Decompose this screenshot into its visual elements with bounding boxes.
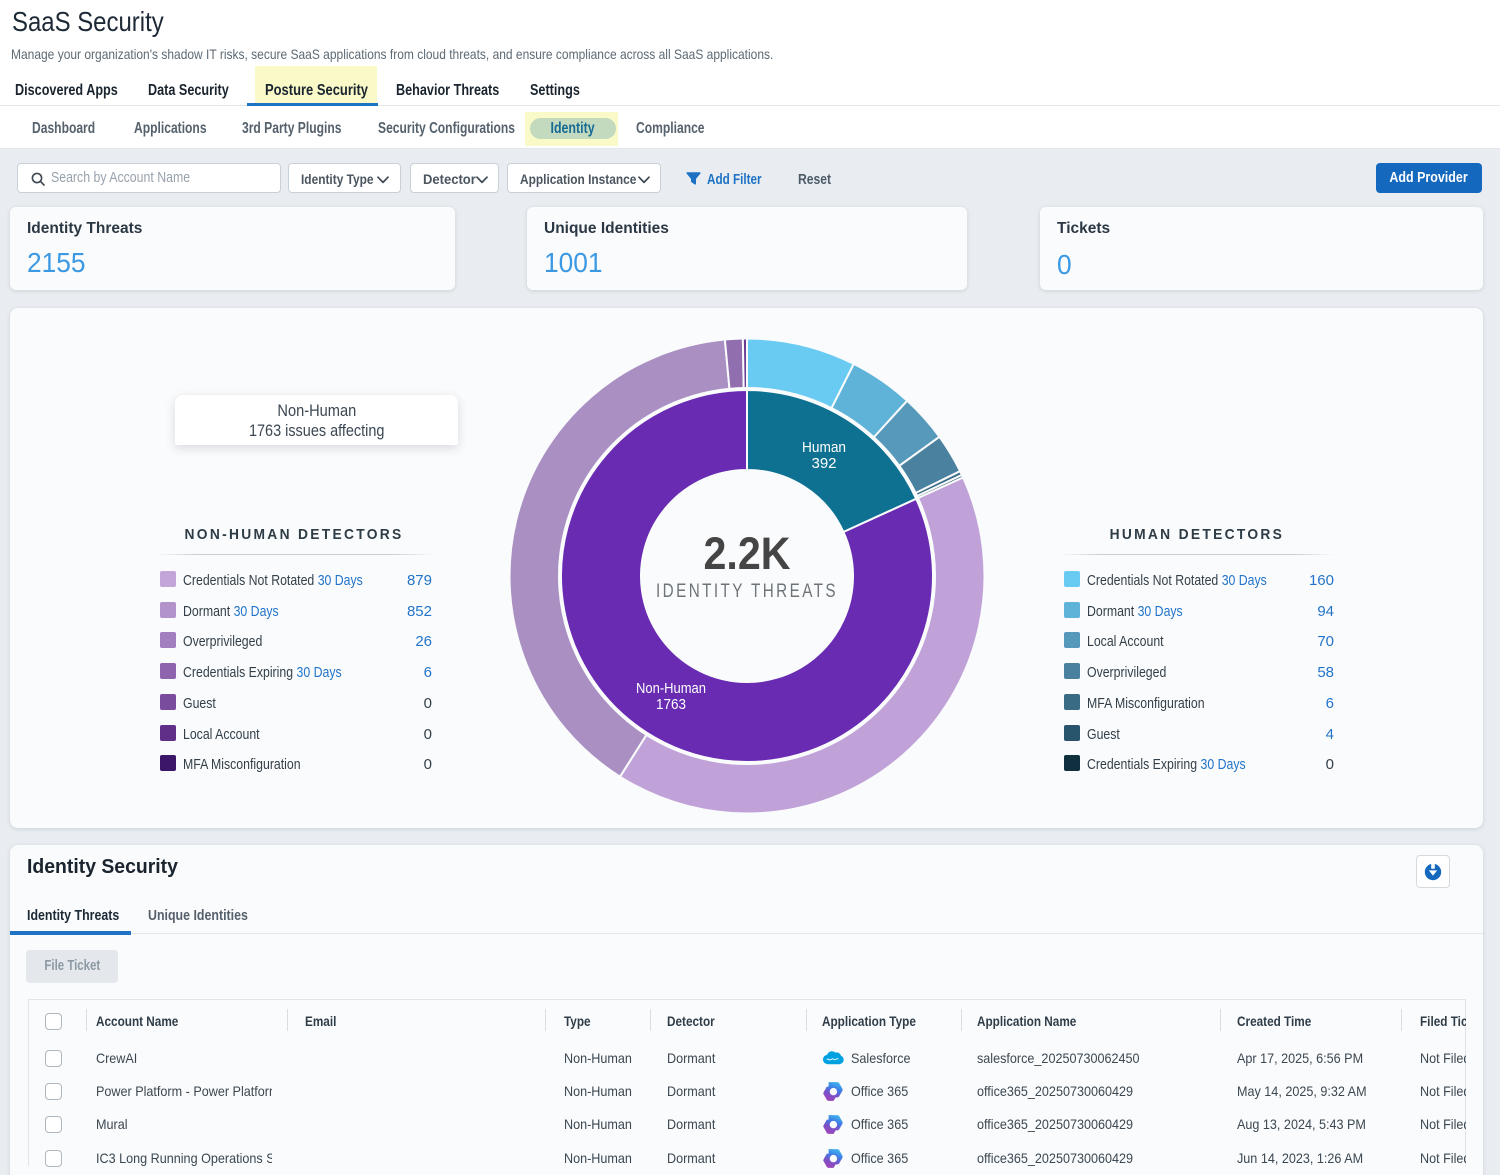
svg-text:Non-Human: Non-Human: [636, 680, 706, 697]
svg-text:392: 392: [811, 455, 836, 472]
svg-text:Human: Human: [802, 439, 846, 456]
svg-text:1763: 1763: [656, 696, 686, 713]
svg-text:IDENTITY THREATS: IDENTITY THREATS: [656, 581, 838, 602]
svg-text:2.2K: 2.2K: [704, 528, 791, 579]
